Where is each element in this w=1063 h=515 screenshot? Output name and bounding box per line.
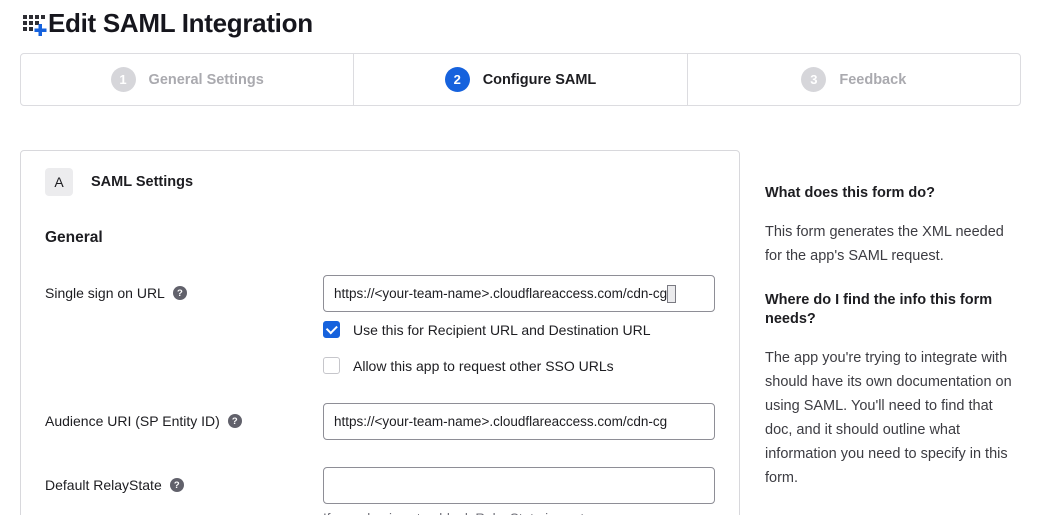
- sso-url-label: Single sign on URL: [45, 284, 165, 302]
- sso-url-input[interactable]: https://<your-team-name>.cloudflareacces…: [323, 275, 715, 312]
- step-number-badge: 3: [801, 67, 826, 92]
- section-a-badge: A: [45, 168, 73, 196]
- step-number-badge: 2: [445, 67, 470, 92]
- audience-uri-input[interactable]: [323, 403, 715, 440]
- relay-state-label: Default RelayState: [45, 476, 162, 494]
- audience-uri-label: Audience URI (SP Entity ID): [45, 412, 220, 430]
- step-label: General Settings: [149, 72, 264, 88]
- audience-uri-label-col: Audience URI (SP Entity ID) ?: [45, 403, 323, 440]
- app-grid-add-icon: [20, 9, 48, 39]
- sso-url-controls: https://<your-team-name>.cloudflareacces…: [323, 275, 715, 374]
- saml-settings-card: A SAML Settings General Single sign on U…: [20, 150, 740, 515]
- help-heading-where: Where do I find the info this form needs…: [765, 291, 1015, 329]
- relay-state-input[interactable]: [323, 467, 715, 504]
- help-sidebar: What does this form do? This form genera…: [765, 150, 1015, 513]
- general-section-heading: General: [45, 229, 715, 247]
- card-title: SAML Settings: [91, 174, 193, 190]
- recipient-url-checkbox-row: Use this for Recipient URL and Destinati…: [323, 321, 715, 338]
- step-general-settings[interactable]: 1 General Settings: [21, 54, 353, 105]
- step-configure-saml[interactable]: 2 Configure SAML: [353, 54, 686, 105]
- recipient-url-checkbox-label: Use this for Recipient URL and Destinati…: [353, 322, 651, 338]
- card-header: A SAML Settings: [45, 168, 715, 196]
- step-number-badge: 1: [111, 67, 136, 92]
- wizard-stepper: 1 General Settings 2 Configure SAML 3 Fe…: [20, 53, 1021, 106]
- main-content: A SAML Settings General Single sign on U…: [20, 150, 1063, 515]
- step-label: Configure SAML: [483, 72, 597, 88]
- other-sso-checkbox[interactable]: [323, 357, 340, 374]
- relay-state-hint: If no value is set, a blank RelayState i…: [323, 511, 715, 515]
- audience-uri-controls: [323, 403, 715, 440]
- step-label: Feedback: [839, 72, 906, 88]
- step-feedback[interactable]: 3 Feedback: [687, 54, 1020, 105]
- text-cursor: [667, 285, 676, 303]
- relay-state-controls: If no value is set, a blank RelayState i…: [323, 467, 715, 515]
- relay-state-help-icon[interactable]: ?: [170, 478, 184, 492]
- relay-state-label-col: Default RelayState ?: [45, 467, 323, 515]
- page-header: Edit SAML Integration: [0, 0, 1063, 39]
- sso-url-row: Single sign on URL ? https://<your-team-…: [45, 275, 715, 374]
- other-sso-checkbox-row: Allow this app to request other SSO URLs: [323, 357, 715, 374]
- sso-url-help-icon[interactable]: ?: [173, 286, 187, 300]
- sso-url-label-col: Single sign on URL ?: [45, 275, 323, 374]
- audience-uri-help-icon[interactable]: ?: [228, 414, 242, 428]
- help-body-where: The app you're trying to integrate with …: [765, 346, 1015, 490]
- recipient-url-checkbox[interactable]: [323, 321, 340, 338]
- sso-url-value: https://<your-team-name>.cloudflareacces…: [334, 286, 667, 301]
- help-body-what: This form generates the XML needed for t…: [765, 220, 1015, 268]
- audience-uri-row: Audience URI (SP Entity ID) ?: [45, 403, 715, 440]
- relay-state-row: Default RelayState ? If no value is set,…: [45, 467, 715, 515]
- help-heading-what: What does this form do?: [765, 184, 1015, 203]
- page-title: Edit SAML Integration: [48, 8, 313, 39]
- other-sso-checkbox-label: Allow this app to request other SSO URLs: [353, 358, 614, 374]
